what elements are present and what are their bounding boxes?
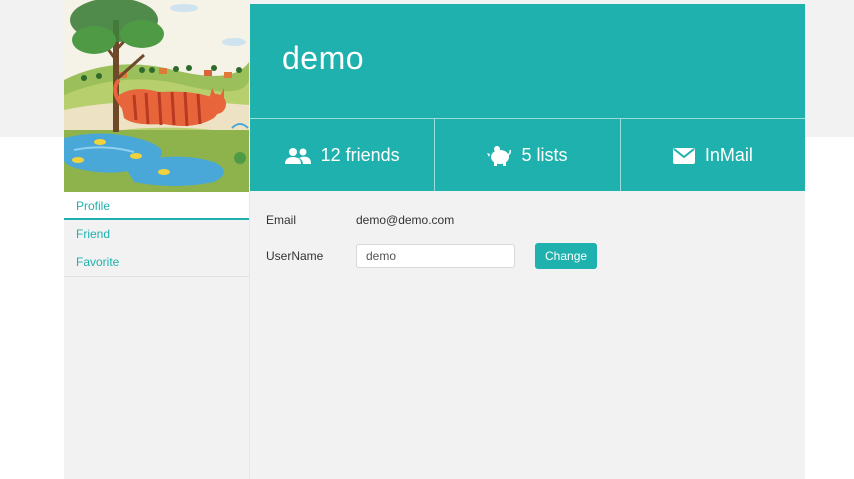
username-label: UserName [266, 249, 324, 263]
stat-inmail[interactable]: InMail [619, 119, 805, 192]
email-row: Email demo@demo.com [266, 213, 454, 227]
change-button[interactable]: Change [535, 243, 598, 269]
cover-illustration [64, 0, 249, 192]
sidebar: Profile Friend Favorite [64, 0, 249, 479]
stat-friends[interactable]: 12 friends [250, 119, 434, 192]
nav-item-profile[interactable]: Profile [64, 192, 249, 220]
email-label: Email [266, 213, 297, 227]
profile-content: Email demo@demo.com UserName Change [250, 191, 805, 479]
profile-nav: Profile Friend Favorite [64, 192, 249, 277]
piggy-bank-icon [487, 145, 512, 166]
username-row: UserName Change [266, 243, 598, 269]
profile-container: Profile Friend Favorite demo 12 friends [64, 0, 805, 479]
stats-bar: 12 friends 5 lists InMail [250, 118, 805, 192]
profile-username-title: demo [282, 40, 365, 76]
stat-friends-label: 12 friends [320, 145, 400, 165]
mail-icon [672, 147, 695, 164]
stat-lists[interactable]: 5 lists [434, 119, 619, 192]
friends-icon [284, 147, 311, 164]
stat-inmail-label: InMail [704, 145, 753, 165]
stat-lists-label: 5 lists [521, 145, 568, 165]
nav-item-friend[interactable]: Friend [64, 220, 249, 248]
email-value: demo@demo.com [356, 213, 455, 227]
username-input[interactable] [356, 244, 515, 268]
nav-item-favorite[interactable]: Favorite [64, 248, 249, 276]
profile-header: demo 12 friends 5 lists InMail [250, 4, 805, 192]
